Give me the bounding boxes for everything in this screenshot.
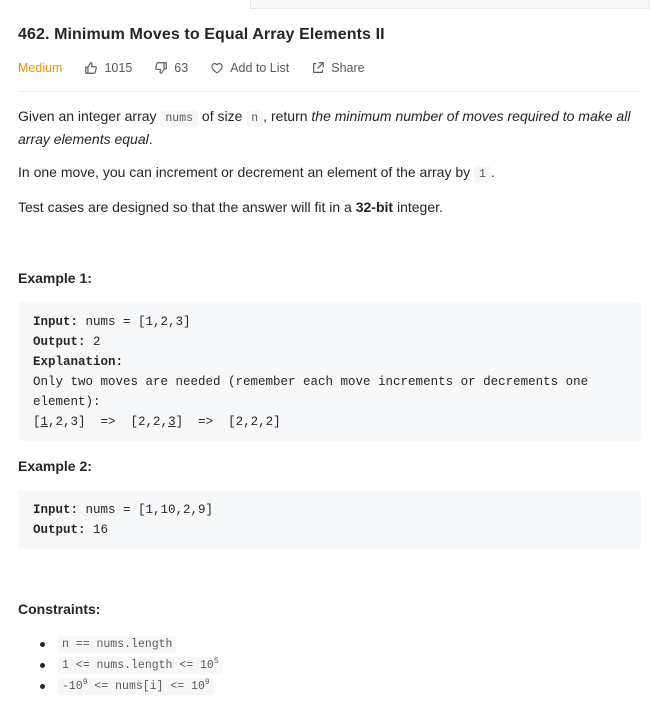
add-to-list-label: Add to List: [230, 61, 290, 75]
ex1-input-label: Input:: [33, 315, 79, 329]
example-1-heading: Example 1:: [18, 270, 92, 286]
constraint-3: -109 <= nums[i] <= 109: [58, 678, 214, 695]
p3-text: Test cases are designed so that the answ…: [18, 199, 356, 215]
description-paragraph-3: Test cases are designed so that the answ…: [18, 197, 640, 218]
constraint-2-base: 1 <= nums.length <= 10: [62, 659, 214, 672]
ex2-input-label: Input:: [33, 503, 79, 517]
p1-text-return: , return: [263, 108, 312, 124]
ex1-output-value: 2: [85, 335, 101, 349]
example-2-heading: Example 2:: [18, 458, 92, 474]
ex1-steps-underlined-1: 1: [40, 415, 49, 429]
ex1-input-value: nums = [1,2,3]: [78, 315, 191, 329]
constraint-3-mid: <= nums[i] <= 10: [87, 680, 205, 693]
ex1-explanation-label: Explanation:: [33, 355, 124, 369]
heart-icon: [211, 63, 223, 74]
p3-bold: 32-bit: [355, 199, 394, 215]
add-to-list-button[interactable]: Add to List: [210, 61, 289, 75]
problem-meta-bar: Medium 1015 63 Add to List Share: [18, 59, 387, 77]
dislike-button[interactable]: 63: [154, 61, 188, 75]
top-tab-strip: [0, 0, 650, 9]
code-nums: nums: [160, 110, 199, 127]
share-label: Share: [331, 61, 365, 75]
ex1-explanation-text: Only two moves are needed (remember each…: [33, 375, 596, 409]
ex1-steps: [1,2,3] => [2,2,3] => [2,2,2]: [33, 415, 281, 429]
ex1-steps-part-a: [: [33, 415, 41, 429]
constraint-item: n == nums.length: [18, 634, 223, 655]
constraint-1: n == nums.length: [58, 636, 177, 653]
like-count: 1015: [104, 61, 133, 75]
p2-text: In one move, you can increment or decrem…: [18, 164, 475, 180]
constraint-2-exponent: 5: [213, 657, 219, 667]
difficulty-badge: Medium: [18, 61, 63, 75]
share-icon: [313, 62, 325, 73]
description-paragraph-2: In one move, you can increment or decrem…: [18, 162, 640, 185]
inactive-tab-area[interactable]: [250, 0, 650, 9]
constraint-3-exponent-2: 9: [204, 678, 210, 688]
ex1-output-label: Output:: [33, 335, 86, 349]
example-1-block: Input: nums = [1,2,3] Output: 2 Explanat…: [18, 302, 641, 441]
constraint-item: 1 <= nums.length <= 105: [18, 655, 223, 676]
like-button[interactable]: 1015: [84, 61, 132, 75]
share-button[interactable]: Share: [311, 61, 365, 75]
p1-period: .: [148, 131, 153, 147]
ex2-input-value: nums = [1,10,2,9]: [78, 503, 214, 517]
ex1-steps-underlined-2: 3: [168, 415, 176, 429]
code-one: 1: [474, 166, 491, 183]
active-tab-edge: [0, 0, 250, 8]
p1-text-mid: of size: [198, 108, 247, 124]
code-n: n: [246, 110, 264, 127]
ex2-output-label: Output:: [33, 523, 86, 537]
ex1-steps-part-c: ] => [2,2,2]: [175, 415, 281, 429]
example-2-block: Input: nums = [1,10,2,9] Output: 16: [18, 490, 641, 549]
constraint-3-base: -10: [62, 680, 83, 693]
thumbs-down-icon: [155, 62, 168, 74]
ex2-output-value: 16: [85, 523, 109, 537]
constraints-heading: Constraints:: [18, 601, 101, 617]
constraint-2: 1 <= nums.length <= 105: [58, 657, 223, 674]
header-divider: [18, 91, 641, 92]
constraint-item: -109 <= nums[i] <= 109: [18, 676, 223, 697]
dislike-count: 63: [174, 61, 189, 75]
thumbs-up-icon: [85, 62, 98, 74]
description-paragraph-1: Given an integer array nums of size n, r…: [18, 106, 640, 150]
constraints-list: n == nums.length 1 <= nums.length <= 105…: [18, 634, 223, 697]
p1-text-start: Given an integer array: [18, 108, 161, 124]
p2-period: .: [490, 164, 495, 180]
ex1-steps-part-b: ,2,3] => [2,2,: [48, 415, 169, 429]
problem-title: 462. Minimum Moves to Equal Array Elemen…: [18, 26, 385, 43]
p3-end: integer.: [393, 199, 443, 215]
